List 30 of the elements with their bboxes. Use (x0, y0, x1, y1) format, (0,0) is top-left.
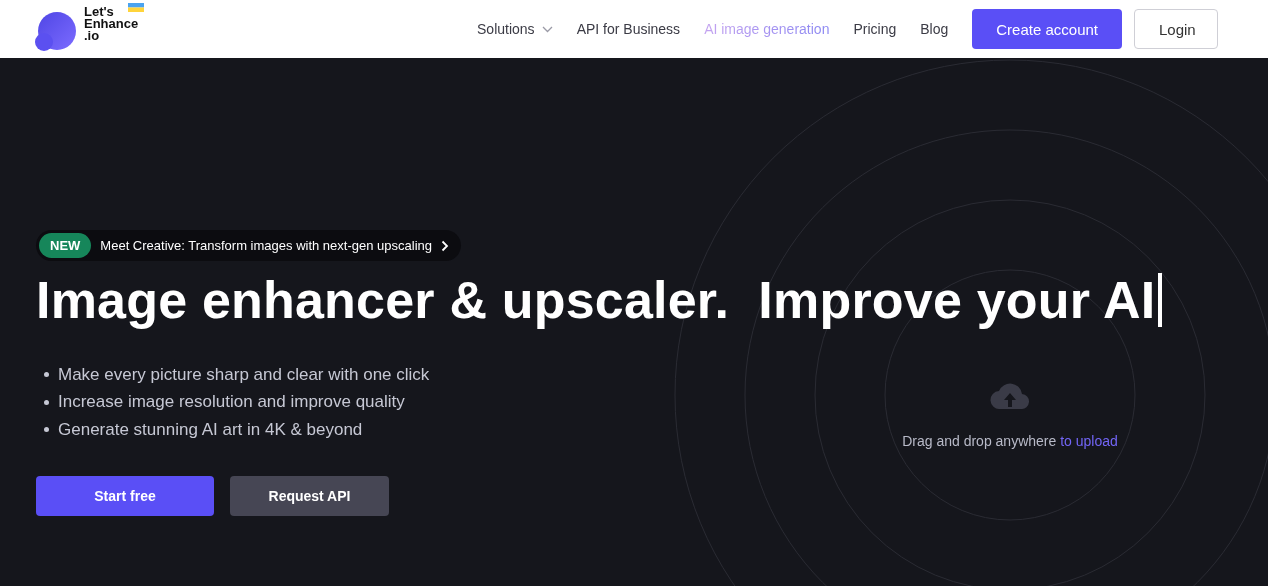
text-cursor (1158, 273, 1163, 327)
action-button[interactable]: Start free (36, 475, 214, 516)
logo-icon (34, 12, 76, 52)
login-button[interactable]: Login (1134, 9, 1218, 49)
upload-link[interactable]: to upload (1060, 433, 1118, 449)
new-badge: NEW (39, 233, 92, 258)
chevron-down-icon (541, 25, 553, 33)
bullet-text: Make every picture sharp and clear with one click (58, 364, 430, 385)
bullet-icon (44, 399, 49, 405)
nav-link[interactable]: Solutions (477, 21, 553, 37)
headline: Image enhancer & upscaler. Improve your AI (36, 270, 1156, 331)
action-button[interactable]: Create account (972, 9, 1122, 49)
cloud-upload-icon (990, 383, 1030, 409)
bullet-text: Increase image resolution and improve quality (58, 392, 405, 413)
logo[interactable]: Let's Enhance .io (34, 6, 144, 52)
flag-icon (127, 3, 144, 12)
chevron-right-icon (441, 239, 449, 252)
announcement-link[interactable]: NEW Meet Creative: Transform images with next-gen upscaling (36, 230, 461, 261)
bullet-text: Generate stunning AI art in 4K & beyond (58, 419, 363, 440)
logo-text: Enhance (84, 18, 139, 30)
logo-text: .io (84, 30, 100, 42)
nav-link[interactable]: API for Business (576, 21, 681, 37)
bullet-icon (44, 372, 49, 378)
announcement-text: Meet Creative: Transform images with next-gen upscaling (100, 238, 432, 253)
nav-link[interactable]: Pricing (853, 21, 897, 37)
upload-hint: Drag and drop anywhere to upload (902, 433, 1118, 449)
logo-text: Let's (84, 6, 114, 18)
action-button[interactable]: Request API (230, 475, 389, 516)
bullet-icon (44, 427, 49, 433)
nav-link[interactable]: Blog (920, 21, 949, 37)
